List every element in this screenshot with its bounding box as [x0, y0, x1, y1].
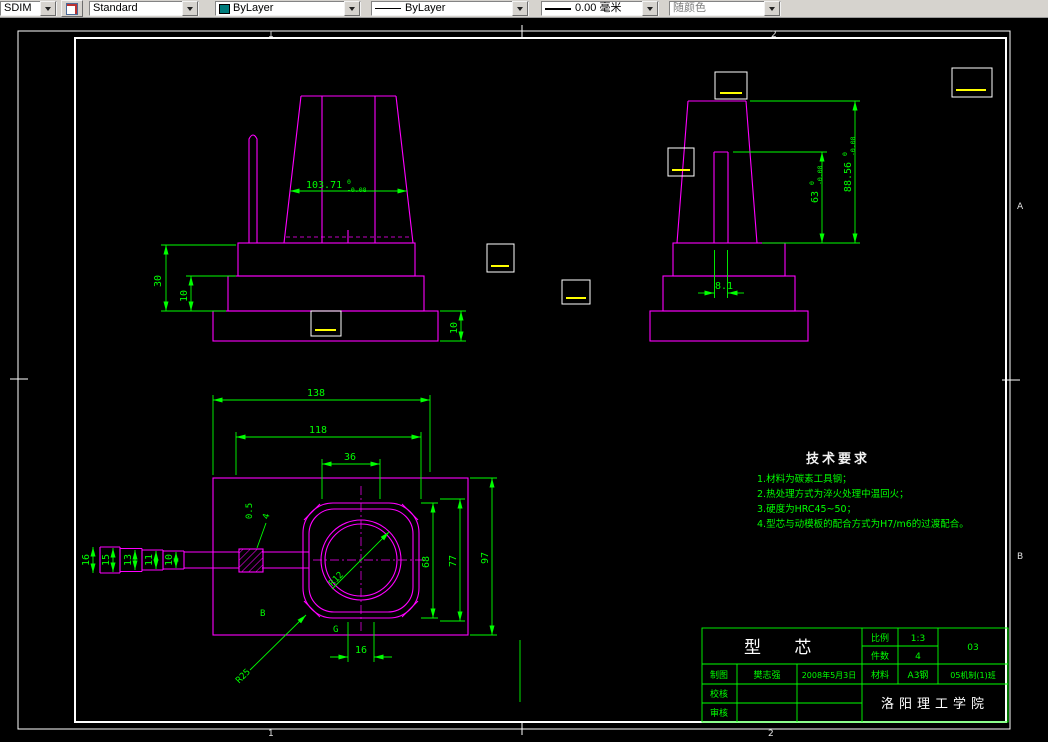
arm-dim: 15 [101, 554, 112, 566]
chevron-down-icon [764, 1, 780, 16]
dim-16: 16 [355, 645, 367, 656]
qty-value: 4 [915, 652, 921, 662]
tech-item: 2.热处理方式为淬火处理中温回火； [757, 488, 909, 500]
dim-10: 10 [449, 322, 460, 334]
dim-118: 118 [309, 425, 327, 436]
scale-value: 1:3 [911, 634, 925, 644]
svg-text:0: 0 [841, 152, 849, 156]
chevron-down-icon[interactable] [344, 1, 360, 16]
linetype-value: ByLayer [405, 2, 446, 14]
arm-dim: 10 [164, 554, 175, 566]
autocad-window: SDIM Standard ByLayer ByLayer 0.00 毫米 随颜… [0, 0, 1048, 742]
dim-138: 138 [307, 388, 325, 399]
svg-text:0: 0 [808, 181, 816, 185]
label-b: B [260, 609, 265, 619]
text-style-combo[interactable]: Standard [89, 1, 199, 16]
check-label: 校核 [710, 688, 728, 700]
svg-text:-0.08: -0.08 [816, 165, 824, 185]
tech-title: 技术要求 [806, 451, 870, 467]
sheet-number: 03 [967, 643, 978, 653]
approve-label: 审核 [710, 707, 728, 719]
zone-label: 2 [768, 729, 774, 739]
chevron-down-icon[interactable] [642, 1, 658, 16]
dim-30: 30 [153, 275, 164, 287]
svg-text:63: 63 [810, 191, 821, 203]
tech-item: 3.硬度为HRC45~50； [757, 503, 856, 515]
properties-toolbar: SDIM Standard ByLayer ByLayer 0.00 毫米 随颜… [0, 0, 1048, 18]
tech-item: 4.型芯与动模板的配合方式为H7/m6的过渡配合。 [757, 518, 969, 530]
part-name: 型 芯 [744, 638, 825, 658]
tech-item: 1.材料为碳素工具钢； [757, 473, 852, 485]
dim-36: 36 [344, 452, 356, 463]
plotstyle-combo: 随颜色 [669, 1, 781, 16]
chevron-down-icon[interactable] [40, 1, 56, 16]
dim-8-1: 8.1 [715, 281, 733, 292]
style-manager-button[interactable] [61, 0, 83, 17]
linetype-sample-icon [375, 8, 401, 9]
svg-text:-0.08: -0.08 [849, 136, 857, 156]
style-manager-icon [66, 2, 78, 15]
arm-dim: 13 [123, 554, 134, 566]
chevron-down-icon[interactable] [182, 1, 198, 16]
model-space[interactable] [0, 17, 1048, 742]
color-swatch-icon [219, 3, 230, 14]
dim-width: 103.71 [306, 180, 342, 191]
school-name: 洛阳理工学院 [881, 696, 989, 712]
class-name: 05机制(1)班 [950, 670, 996, 680]
material-value: A3钢 [908, 669, 929, 681]
material-label: 材料 [871, 669, 889, 681]
dim-width-tol-lower: -0.08 [347, 186, 367, 194]
lineweight-sample-icon [545, 7, 571, 10]
dim-10: 10 [179, 290, 190, 302]
zone-label: A [1017, 202, 1024, 212]
arm-dim: 16 [81, 554, 92, 566]
dim-style-value: SDIM [4, 2, 32, 14]
color-combo[interactable]: ByLayer [215, 1, 361, 16]
dim-style-combo[interactable]: SDIM [0, 1, 57, 16]
text-style-value: Standard [93, 2, 138, 14]
drawing-canvas[interactable]: 1 2 1 2 A B 103.71 0 -0.08 30 10 10 63 0… [0, 0, 1048, 742]
svg-text:88.56: 88.56 [843, 162, 854, 192]
qty-label: 件数 [871, 650, 889, 662]
dim-68: 68 [421, 556, 432, 568]
drawn-by: 樊志强 [753, 669, 780, 681]
arm-dim: 11 [144, 554, 155, 566]
dim-97: 97 [480, 552, 491, 564]
lineweight-combo[interactable]: 0.00 毫米 [541, 1, 659, 16]
drawn-label: 制图 [710, 669, 728, 681]
zone-label: 1 [268, 30, 274, 40]
dim-77: 77 [448, 555, 459, 567]
chevron-down-icon[interactable] [512, 1, 528, 16]
zone-label: 1 [268, 729, 274, 739]
zone-label: B [1017, 552, 1023, 562]
zone-label: 2 [771, 30, 777, 40]
dim-0-5: 0.5 [245, 503, 255, 519]
label-g: G [333, 625, 338, 635]
plotstyle-value: 随颜色 [673, 2, 706, 14]
scale-label: 比例 [871, 632, 889, 644]
dim-width-tol-upper: 0 [347, 178, 351, 186]
lineweight-value: 0.00 毫米 [575, 2, 622, 14]
date: 2008年5月3日 [802, 670, 857, 680]
linetype-combo[interactable]: ByLayer [371, 1, 529, 16]
color-value: ByLayer [233, 2, 274, 14]
